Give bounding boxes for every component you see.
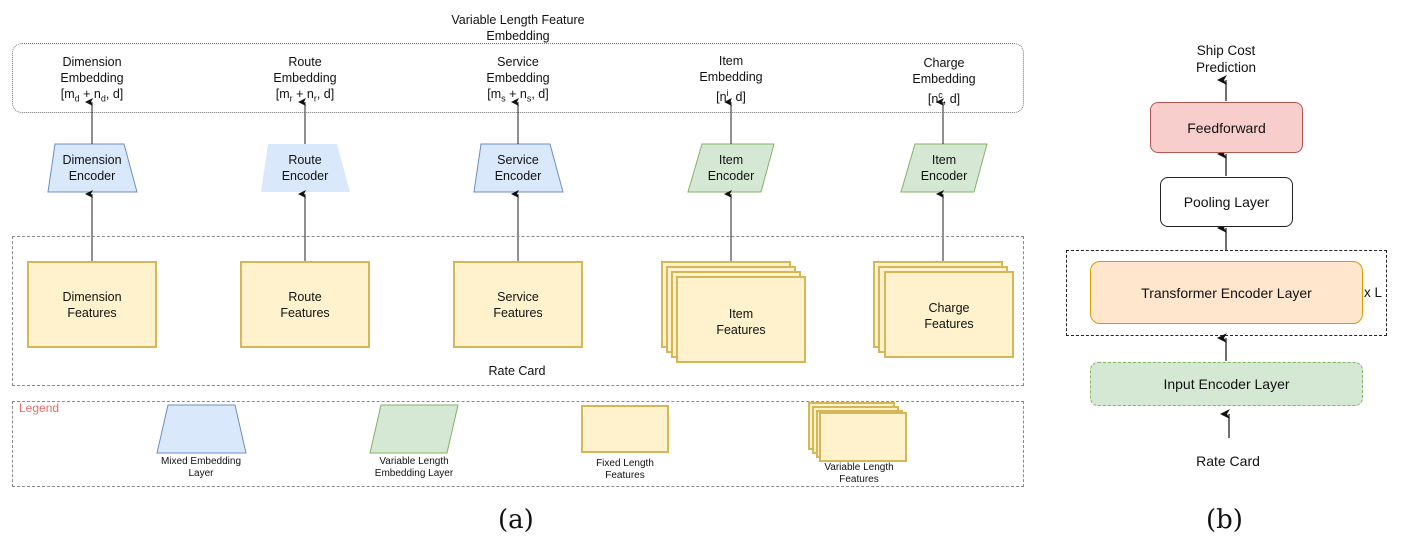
feedforward-label: Feedforward bbox=[1187, 119, 1266, 136]
input-encoder-box: Input Encoder Layer bbox=[1090, 362, 1363, 406]
feedforward-box: Feedforward bbox=[1150, 102, 1303, 153]
input-encoder-label: Input Encoder Layer bbox=[1163, 376, 1290, 392]
panel-b-caption: (b) bbox=[1206, 505, 1243, 535]
pooling-layer-box: Pooling Layer bbox=[1160, 177, 1293, 227]
transformer-encoder-box: Transformer Encoder Layer bbox=[1090, 261, 1363, 324]
transformer-encoder-label: Transformer Encoder Layer bbox=[1141, 284, 1312, 301]
pooling-layer-label: Pooling Layer bbox=[1183, 194, 1270, 210]
rate-card-input-label: Rate Card bbox=[1196, 453, 1260, 469]
repeat-count-label: x L bbox=[1364, 285, 1383, 300]
